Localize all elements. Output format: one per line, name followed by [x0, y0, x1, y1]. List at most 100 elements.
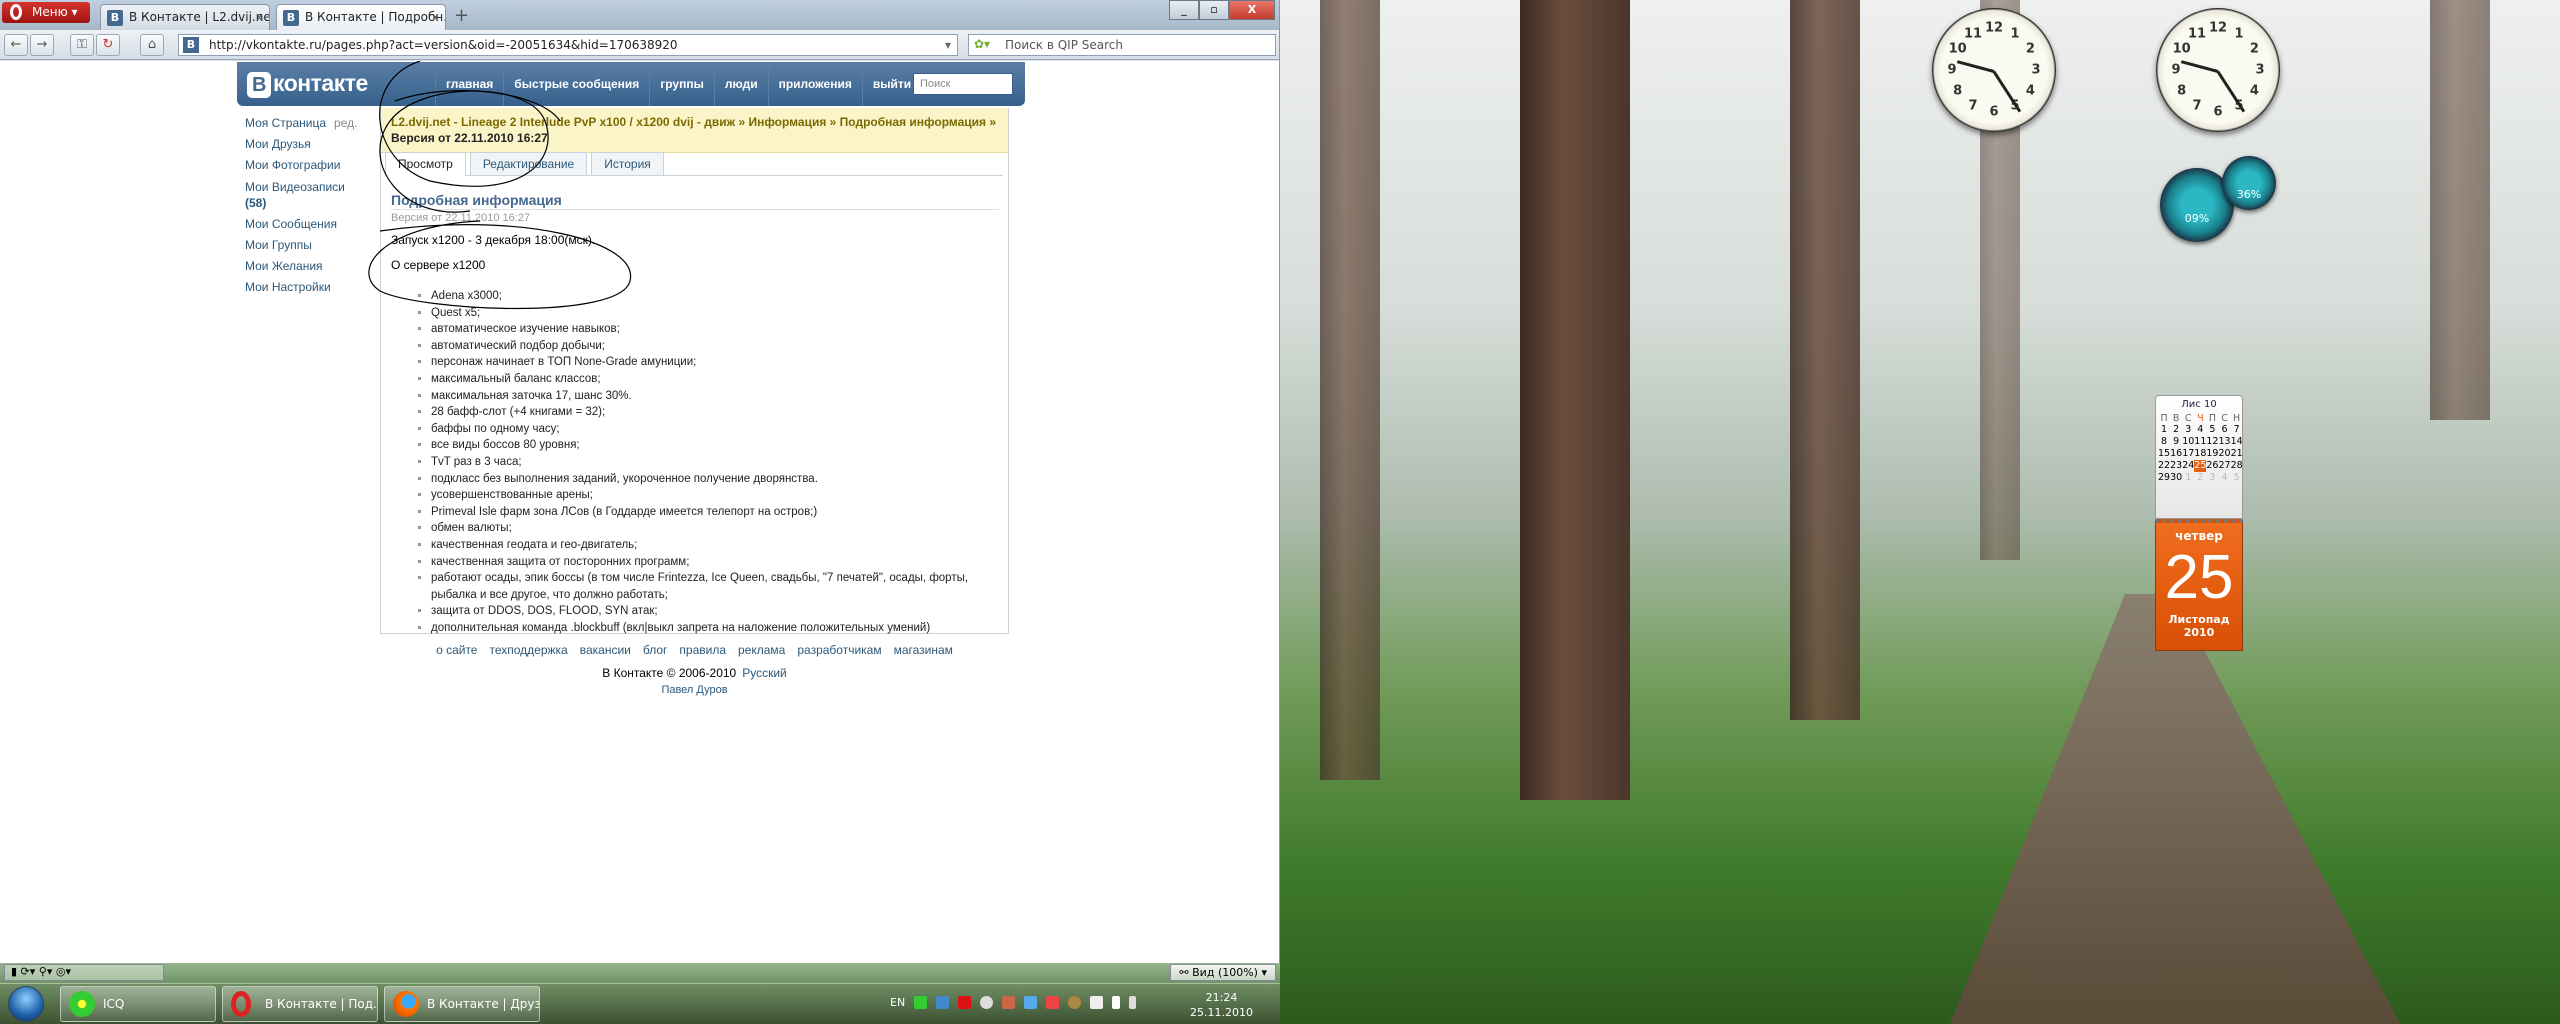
footer-link[interactable]: о сайте — [436, 643, 477, 657]
taskbar-item-icq[interactable]: ICQ — [60, 986, 216, 1022]
volume-icon[interactable] — [1129, 996, 1137, 1009]
author-link[interactable]: Павел Дуров — [380, 684, 1009, 696]
forward-button[interactable]: → — [30, 34, 54, 56]
calendar-day-cell[interactable]: 29 — [2158, 472, 2170, 484]
calendar-day-cell[interactable]: 3 — [2182, 424, 2194, 436]
browser-tab[interactable]: B В Контакте | L2.dvij.ne... x — [100, 4, 270, 30]
ram-meter-gadget[interactable]: 36% — [2222, 156, 2276, 210]
footer-link[interactable]: разработчикам — [797, 643, 881, 657]
calendar-day-cell[interactable]: 8 — [2158, 436, 2170, 448]
sidebar-item[interactable]: Мои Друзья — [245, 134, 357, 155]
vk-nav-link[interactable]: группы — [649, 62, 714, 106]
footer-link[interactable]: магазинам — [894, 643, 953, 657]
sidebar-item[interactable]: Мои Видеозаписи (58) — [245, 179, 357, 211]
breadcrumb-links[interactable]: L2.dvij.net - Lineage 2 Interlude PvP x1… — [391, 115, 996, 129]
calendar-day-cell[interactable]: 24 — [2182, 460, 2194, 472]
close-tab-icon[interactable]: x — [256, 10, 263, 24]
calendar-day-cell[interactable]: 9 — [2170, 436, 2182, 448]
analog-clock-gadget[interactable]: 121234567891011 — [1932, 8, 2056, 132]
close-button[interactable]: X — [1229, 0, 1275, 20]
calendar-day-cell[interactable]: 17 — [2182, 448, 2194, 460]
calendar-gadget[interactable]: Лис 10 П В С Ч П С Н 1 2 3 4 5 6 7 8 9 10 11 12 13 14 15 16 17 1… — [2155, 395, 2243, 653]
calendar-day-cell[interactable]: 18 — [2194, 448, 2206, 460]
calendar-day-cell[interactable]: 4 — [2218, 472, 2230, 484]
calendar-day-cell[interactable]: 7 — [2231, 424, 2243, 436]
minimize-button[interactable]: _ — [1169, 0, 1199, 20]
footer-link[interactable]: блог — [643, 643, 668, 657]
calendar-day-cell[interactable]: 20 — [2218, 448, 2230, 460]
calendar-day-cell[interactable]: 15 — [2158, 448, 2170, 460]
calendar-day-cell[interactable]: 1 — [2182, 472, 2194, 484]
network-tray-icon[interactable] — [936, 996, 950, 1009]
footer-link[interactable]: реклама — [738, 643, 785, 657]
footer-link[interactable]: вакансии — [580, 643, 631, 657]
home-button[interactable]: ⌂ — [140, 34, 164, 56]
taskbar-item-firefox[interactable]: В Контакте | Друз... — [384, 986, 540, 1022]
disc-tray-icon[interactable] — [980, 996, 994, 1009]
icq-tray-icon[interactable] — [914, 996, 928, 1009]
sidebar-item[interactable]: Моя Страница ред. — [245, 113, 357, 134]
vk-logo[interactable]: Вконтакте — [247, 70, 368, 98]
reload-button[interactable]: ↻ — [96, 34, 120, 56]
vk-nav-link[interactable]: главная — [435, 62, 503, 106]
calendar-day-cell[interactable]: 23 — [2170, 460, 2182, 472]
calendar-day-cell[interactable]: 1 — [2158, 424, 2170, 436]
calendar-day-cell[interactable]: 4 — [2194, 424, 2206, 436]
zoom-button[interactable]: ⚯ Вид (100%) ▾ — [1170, 964, 1276, 981]
tab-edit[interactable]: Редактирование — [469, 152, 588, 175]
chevron-down-icon[interactable]: ▾ — [945, 38, 951, 52]
calendar-day-cell[interactable]: 26 — [2206, 460, 2218, 472]
calendar-day-cell[interactable]: 14 — [2231, 436, 2243, 448]
tab-history[interactable]: История — [591, 152, 664, 175]
key-icon[interactable]: ⚿ — [70, 34, 94, 56]
vk-nav-link[interactable]: приложения — [767, 62, 862, 106]
edit-link[interactable]: ред. — [334, 116, 357, 130]
calendar-day-cell[interactable]: 21 — [2231, 448, 2243, 460]
opera-menu-button[interactable]: Меню ▾ — [2, 2, 90, 23]
calendar-day-cell[interactable]: 2 — [2170, 424, 2182, 436]
calendar-day-cell[interactable]: 11 — [2194, 436, 2206, 448]
calendar-day-cell[interactable]: 16 — [2170, 448, 2182, 460]
vk-nav-link[interactable]: быстрые сообщения — [503, 62, 649, 106]
calendar-day-cell[interactable]: 5 — [2231, 472, 2243, 484]
speaker-tray-icon[interactable] — [1002, 996, 1016, 1009]
address-bar[interactable]: Bhttp://vkontakte.ru/pages.php?act=versi… — [178, 34, 958, 56]
status-tools[interactable]: ▮ ⟳▾ ⚲▾ ◎▾ — [4, 964, 164, 981]
language-link[interactable]: Русский — [742, 666, 787, 680]
start-button[interactable] — [8, 986, 44, 1022]
calendar-day-cell[interactable]: 22 — [2158, 460, 2170, 472]
maximize-button[interactable]: ▫ — [1199, 0, 1229, 20]
calendar-day-cell[interactable]: 5 — [2206, 424, 2218, 436]
calendar-day-cell[interactable]: 25 — [2194, 460, 2207, 472]
sidebar-item[interactable]: Мои Настройки — [245, 277, 357, 298]
back-button[interactable]: ← — [4, 34, 28, 56]
calendar-day-cell[interactable]: 3 — [2206, 472, 2218, 484]
calendar-day-cell[interactable]: 6 — [2218, 424, 2230, 436]
tab-view[interactable]: Просмотр — [385, 152, 466, 176]
antivirus-tray-icon[interactable] — [1046, 996, 1060, 1009]
analog-clock-gadget[interactable]: 121234567891011 — [2156, 8, 2280, 132]
qip-tray-icon[interactable] — [1068, 996, 1082, 1009]
sidebar-item[interactable]: Мои Фотографии — [245, 155, 357, 176]
search-input[interactable]: ✿▾ Поиск в QIP Search — [968, 34, 1276, 56]
taskbar-clock[interactable]: 21:24 25.11.2010 — [1190, 990, 1253, 1020]
new-tab-button[interactable]: + — [454, 5, 469, 26]
vk-nav-link[interactable]: люди — [713, 62, 768, 106]
network-status-icon[interactable] — [1090, 996, 1104, 1009]
language-indicator[interactable]: EN — [890, 996, 905, 1009]
vk-search-input[interactable]: Поиск — [913, 73, 1013, 95]
calendar-day-cell[interactable]: 2 — [2194, 472, 2206, 484]
close-tab-icon[interactable]: x — [432, 10, 439, 24]
calendar-day-cell[interactable]: 30 — [2170, 472, 2182, 484]
taskbar-item-opera[interactable]: В Контакте | Под... — [222, 986, 378, 1022]
browser-tab-active[interactable]: B В Контакте | Подробн... x — [276, 4, 446, 30]
ati-tray-icon[interactable] — [958, 996, 972, 1009]
calendar-day-cell[interactable]: 12 — [2206, 436, 2218, 448]
calendar-day-cell[interactable]: 13 — [2218, 436, 2230, 448]
footer-link[interactable]: техподдержка — [489, 643, 567, 657]
app-tray-icon[interactable] — [1024, 996, 1038, 1009]
calendar-day-cell[interactable]: 19 — [2206, 448, 2218, 460]
flag-icon[interactable] — [1112, 996, 1121, 1009]
calendar-day-cell[interactable]: 27 — [2218, 460, 2230, 472]
calendar-day-cell[interactable]: 28 — [2231, 460, 2243, 472]
